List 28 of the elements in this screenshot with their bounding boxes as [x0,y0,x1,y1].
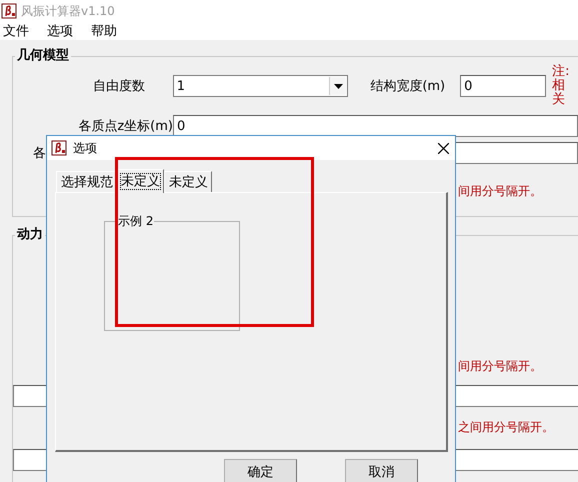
field-label: 各质点z坐标(m) [77,118,173,135]
input-field[interactable]: 0 [173,115,578,137]
field-label: 结构宽度(m) [370,78,446,95]
menu-item[interactable]: 帮助 [91,22,117,40]
field-label: 自由度数 [93,78,146,95]
group-label: 示例 2 [117,213,154,230]
note-text: 注: [552,65,570,79]
dropdown-field[interactable]: 1 [172,75,348,97]
note-text: 相关 [552,79,566,107]
group-label: 动力 [16,227,44,243]
window-title: 风振计算器v1.10 [21,2,115,20]
hint-text: 间用分号隔开。 [457,183,543,199]
app-icon [51,140,67,156]
input-field[interactable]: 0 [460,75,546,97]
close-icon[interactable] [438,142,449,154]
field-label: 各 [33,146,46,161]
tab[interactable]: 未定义 [117,169,164,193]
tab[interactable]: 选择规范 [56,171,117,192]
hint-text: 间用分号隔开。 [457,358,543,374]
dialog-button[interactable]: 确定 [224,459,297,482]
dialog-title: 选项 [73,140,98,156]
menu-item[interactable]: 文件 [3,22,29,40]
menu-item[interactable]: 选项 [47,22,73,40]
dialog-button[interactable]: 取消 [345,459,418,482]
tab[interactable]: 未定义 [164,171,212,192]
group-label: 几何模型 [16,48,70,64]
hint-text: 之间用分号隔开。 [457,419,555,435]
caret-icon [334,84,343,88]
